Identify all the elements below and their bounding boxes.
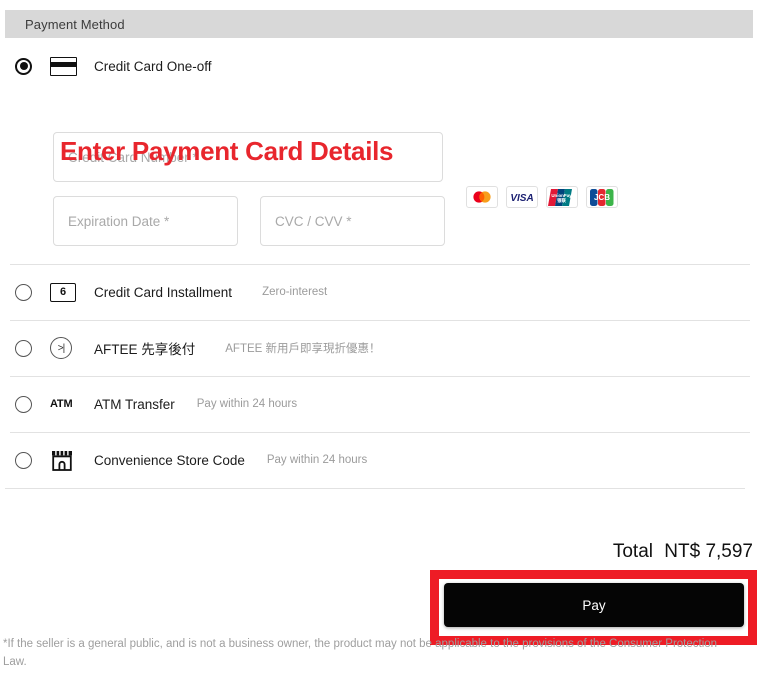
page-title: Payment Method bbox=[25, 16, 125, 32]
payment-option-atm-transfer[interactable]: ATM ATM Transfer Pay within 24 hours bbox=[5, 376, 753, 432]
unionpay-logo: UnionPay 银联 bbox=[546, 186, 578, 208]
card-extra-fields-row: Expiration Date * CVC / CVV * bbox=[53, 196, 753, 246]
payment-option-label: AFTEE 先享後付 bbox=[94, 342, 196, 357]
installment-6-badge-icon: 6 bbox=[50, 282, 76, 302]
radio-credit-card-one-off[interactable] bbox=[15, 57, 32, 75]
payment-option-credit-card-one-off[interactable]: Credit Card One-off bbox=[5, 38, 753, 94]
radio-atm-transfer[interactable] bbox=[15, 395, 32, 413]
annotation-card-details-heading: Enter Payment Card Details bbox=[60, 136, 394, 166]
payment-method-page: Payment Method Credit Card One-off Enter… bbox=[0, 0, 760, 677]
expiration-date-input[interactable]: Expiration Date * bbox=[53, 196, 238, 246]
card-details-form: Enter Payment Card Details Credit Card N… bbox=[5, 132, 753, 260]
aftee-icon: >| bbox=[50, 337, 72, 359]
installment-badge-slot: 6 bbox=[50, 282, 84, 302]
summary-divider bbox=[5, 488, 745, 489]
payment-option-note: Pay within 24 hours bbox=[196, 398, 298, 410]
row-divider bbox=[10, 432, 750, 433]
payment-option-label: Credit Card One-off bbox=[94, 58, 212, 74]
order-total: Total NT$ 7,597 bbox=[613, 541, 753, 563]
store-icon-slot bbox=[50, 450, 84, 471]
accepted-card-brands: VISA UnionPay 银联 JCB bbox=[466, 186, 618, 208]
footer-disclaimer: *If the seller is a general public, and … bbox=[3, 638, 718, 668]
radio-aftee[interactable] bbox=[15, 339, 32, 357]
mastercard-logo bbox=[466, 186, 498, 208]
payment-option-note: Pay within 24 hours bbox=[266, 454, 368, 466]
total-amount: NT$ 7,597 bbox=[664, 541, 753, 562]
credit-card-icon-slot bbox=[50, 56, 84, 76]
total-label: Total bbox=[612, 541, 653, 562]
row-divider bbox=[10, 320, 750, 321]
payment-option-aftee[interactable]: >| AFTEE 先享後付 AFTEE 新用戶即享現折優惠！ bbox=[5, 320, 753, 376]
payment-option-label: Credit Card Installment bbox=[94, 284, 233, 300]
atm-icon-slot: ATM bbox=[50, 398, 84, 410]
payment-option-credit-card-installment[interactable]: 6 Credit Card Installment Zero-interest bbox=[5, 264, 753, 320]
radio-credit-card-installment[interactable] bbox=[15, 283, 32, 301]
cvc-cvv-input[interactable]: CVC / CVV * bbox=[260, 196, 445, 246]
pay-button[interactable]: Pay bbox=[444, 583, 744, 627]
svg-text:银联: 银联 bbox=[557, 197, 566, 204]
atm-icon: ATM bbox=[50, 398, 73, 410]
payment-option-note: AFTEE 新用戶即享現折優惠！ bbox=[225, 343, 381, 355]
radio-convenience-store-code[interactable] bbox=[15, 451, 32, 469]
payment-option-convenience-store-code[interactable]: Convenience Store Code Pay within 24 hou… bbox=[5, 432, 753, 488]
aftee-icon-slot: >| bbox=[50, 337, 84, 359]
svg-text:JCB: JCB bbox=[594, 193, 610, 202]
row-divider bbox=[10, 376, 750, 377]
row-divider bbox=[10, 264, 750, 265]
payment-option-note: Zero-interest bbox=[262, 286, 328, 298]
payment-option-label: ATM Transfer bbox=[94, 396, 175, 412]
payment-method-header: Payment Method bbox=[5, 10, 753, 38]
payment-options-panel: Credit Card One-off Enter Payment Card D… bbox=[5, 38, 753, 489]
svg-text:VISA: VISA bbox=[510, 193, 533, 204]
jcb-logo: JCB bbox=[586, 186, 618, 208]
credit-card-icon bbox=[50, 56, 77, 76]
visa-logo: VISA bbox=[506, 186, 538, 208]
payment-option-label: Convenience Store Code bbox=[94, 452, 245, 468]
store-icon bbox=[52, 450, 72, 471]
